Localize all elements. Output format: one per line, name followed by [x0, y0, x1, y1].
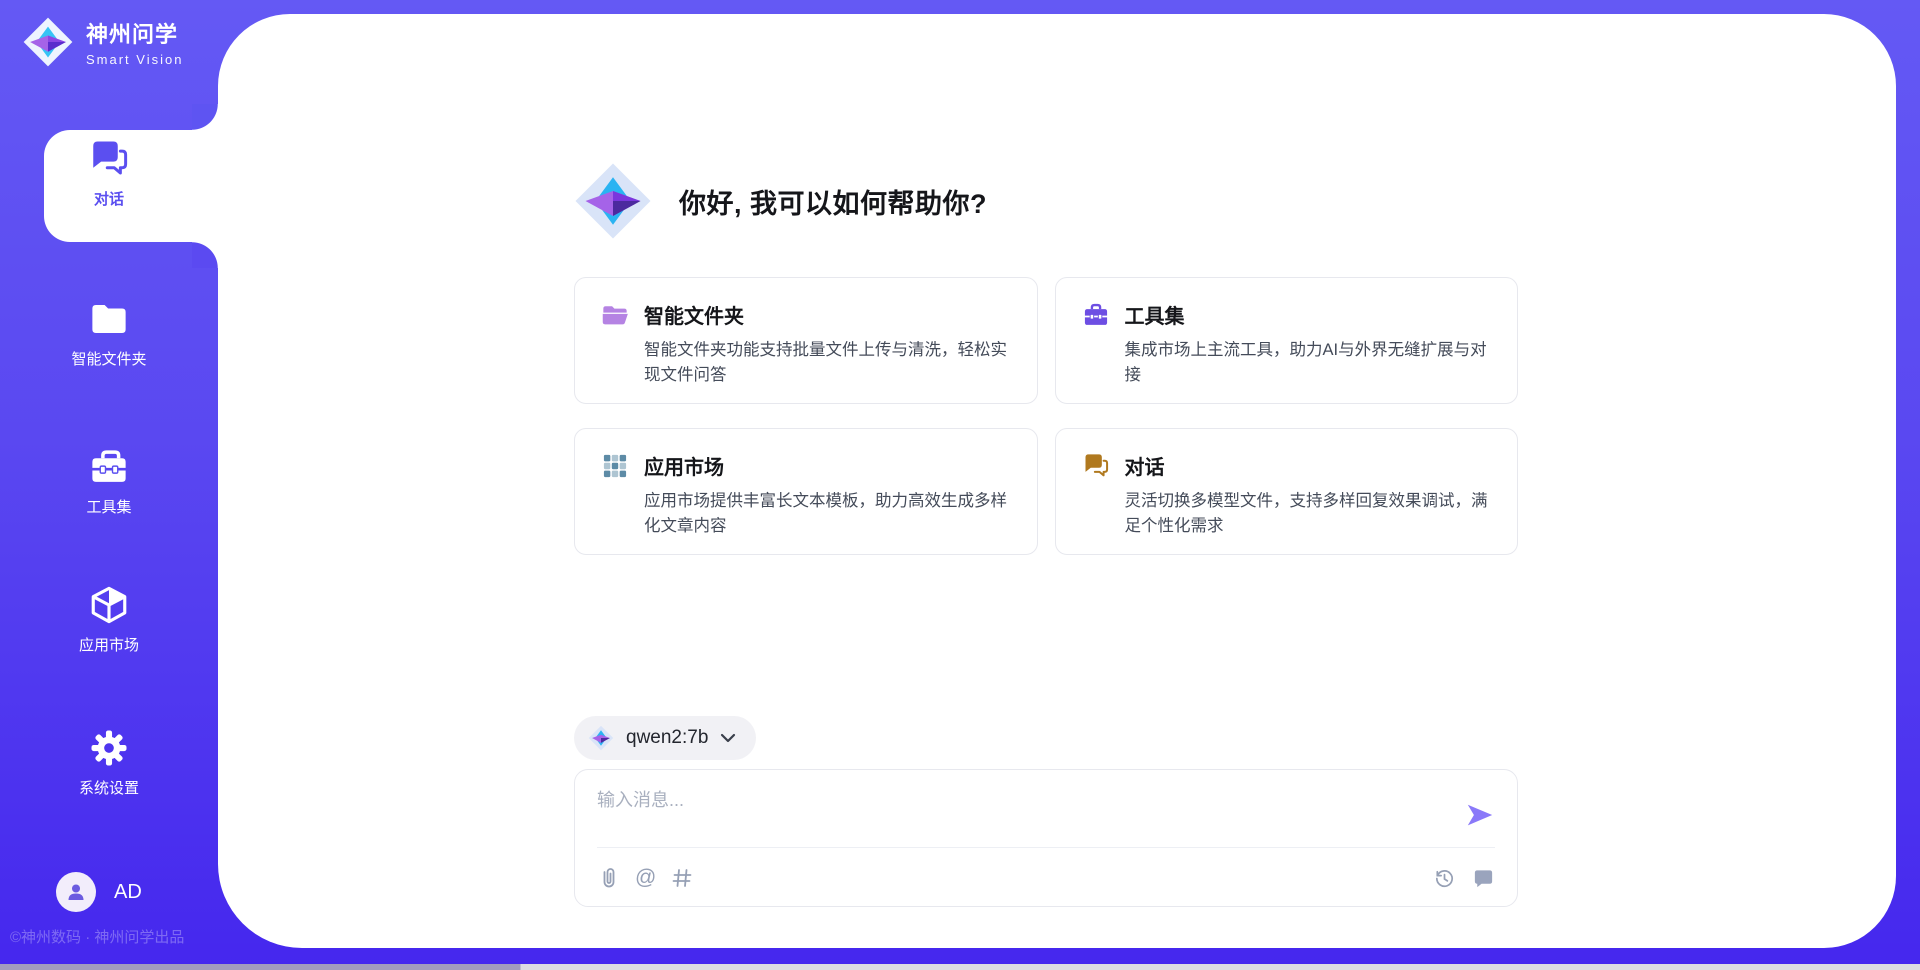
sidebar-item-label: 对话 — [94, 188, 124, 209]
sidebar-item-label: 智能文件夹 — [71, 348, 146, 369]
card-title: 智能文件夹 — [644, 300, 744, 329]
card-title: 对话 — [1125, 451, 1165, 480]
brand-title: 神州问学 — [86, 17, 183, 49]
grid-icon — [601, 452, 629, 480]
feedback-bubble-icon[interactable] — [1472, 867, 1495, 890]
composer-divider — [597, 847, 1495, 848]
composer: @ — [574, 769, 1518, 907]
main-panel: 你好, 我可以如何帮助你? 智能文件夹 智能文件夹功能支持批量文件上传与清洗，轻… — [218, 14, 1896, 948]
sidebar-item-label: 工具集 — [86, 496, 131, 517]
sidebar: 神州问学 Smart Vision 对话 智能文件夹 工具集 — [0, 0, 218, 964]
attachment-icon[interactable] — [597, 866, 621, 890]
chat-icon — [1082, 452, 1110, 480]
card-title: 应用市场 — [644, 451, 724, 480]
card-title: 工具集 — [1125, 300, 1185, 329]
send-icon[interactable] — [1465, 800, 1495, 830]
model-selector[interactable]: qwen2:7b — [574, 716, 756, 760]
card-description: 灵活切换多模型文件，支持多样回复效果调试，满足个性化需求 — [1125, 489, 1492, 539]
chevron-down-icon — [720, 733, 736, 743]
composer-toolbar: @ — [597, 862, 1495, 894]
sidebar-item-label: 系统设置 — [79, 777, 139, 798]
greeting-text: 你好, 我可以如何帮助你? — [679, 182, 987, 221]
brand-subtitle: Smart Vision — [86, 52, 183, 67]
user-account[interactable]: AD — [56, 872, 142, 912]
greeting: 你好, 我可以如何帮助你? — [573, 161, 987, 241]
card-description: 应用市场提供丰富长文本模板，助力高效生成多样化文章内容 — [644, 489, 1011, 539]
person-icon — [64, 880, 88, 904]
card-description: 智能文件夹功能支持批量文件上传与清洗，轻松实现文件问答 — [644, 338, 1011, 388]
model-logo-icon — [588, 725, 614, 751]
message-input[interactable] — [597, 786, 1417, 840]
model-name: qwen2:7b — [626, 727, 708, 749]
sidebar-item-apps[interactable]: 应用市场 — [0, 584, 218, 655]
folder-icon — [601, 301, 629, 329]
composer-toolbar-right — [1433, 867, 1495, 890]
avatar — [56, 872, 96, 912]
app-logo-icon — [573, 161, 653, 241]
history-icon[interactable] — [1433, 867, 1456, 890]
sidebar-item-folders[interactable]: 智能文件夹 — [0, 298, 218, 369]
card-chat[interactable]: 对话 灵活切换多模型文件，支持多样回复效果调试，满足个性化需求 — [1055, 428, 1519, 555]
copyright-text: ©神州数码 · 神州问学出品 — [10, 926, 184, 947]
bottom-edge-strip — [0, 964, 1920, 970]
toolbox-icon — [1082, 301, 1110, 329]
sidebar-item-settings[interactable]: 系统设置 — [0, 727, 218, 798]
mention-icon[interactable]: @ — [635, 866, 656, 890]
cube-icon — [88, 584, 130, 626]
brand-logo-icon — [22, 16, 74, 68]
card-description: 集成市场上主流工具，助力AI与外界无缝扩展与对接 — [1125, 338, 1492, 388]
user-name: AD — [114, 881, 142, 904]
hashtag-icon[interactable] — [670, 866, 694, 890]
feature-cards: 智能文件夹 智能文件夹功能支持批量文件上传与清洗，轻松实现文件问答 工具集 集成… — [574, 277, 1518, 555]
folder-icon — [88, 298, 130, 340]
card-toolset[interactable]: 工具集 集成市场上主流工具，助力AI与外界无缝扩展与对接 — [1055, 277, 1519, 404]
card-app-market[interactable]: 应用市场 应用市场提供丰富长文本模板，助力高效生成多样化文章内容 — [574, 428, 1038, 555]
chat-icon — [88, 138, 130, 180]
toolbox-icon — [88, 446, 130, 488]
card-smart-folder[interactable]: 智能文件夹 智能文件夹功能支持批量文件上传与清洗，轻松实现文件问答 — [574, 277, 1038, 404]
sidebar-item-tools[interactable]: 工具集 — [0, 446, 218, 517]
sidebar-item-chat[interactable]: 对话 — [0, 138, 218, 209]
sidebar-item-label: 应用市场 — [79, 634, 139, 655]
gear-icon — [88, 727, 130, 769]
brand: 神州问学 Smart Vision — [22, 16, 183, 68]
